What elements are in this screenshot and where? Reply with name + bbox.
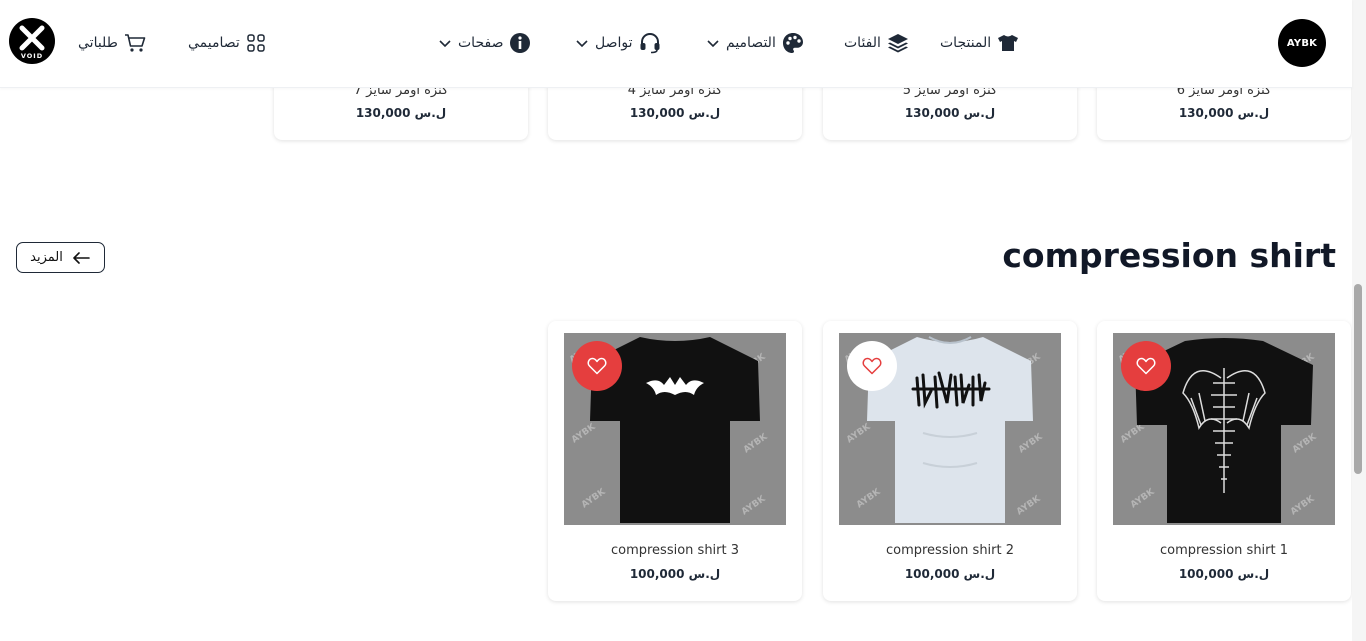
palette-icon bbox=[782, 33, 803, 53]
cart-icon bbox=[124, 34, 146, 52]
arrow-left-icon bbox=[73, 251, 90, 264]
product-price: 130,000 ل.س bbox=[629, 106, 721, 120]
product-price: 130,000 ل.س bbox=[1178, 106, 1270, 120]
chevron-down-icon bbox=[707, 40, 719, 48]
top-navbar: AYBK المنتجات الفئات التصاميم تواصل صفحا… bbox=[0, 0, 1352, 88]
product-card[interactable]: AYBK AYBK AYBK AYBK AYBK AYBK compressio… bbox=[548, 321, 802, 601]
nav-designs-label: التصاميم bbox=[726, 35, 776, 51]
heart-icon bbox=[587, 357, 607, 375]
nav-contact-label: تواصل bbox=[595, 35, 633, 51]
nav-pages[interactable]: صفحات bbox=[438, 30, 531, 56]
favorite-button[interactable] bbox=[1121, 341, 1171, 391]
product-price: 100,000 ل.س bbox=[1178, 567, 1270, 581]
heart-icon bbox=[1136, 357, 1156, 375]
nav-products-label: المنتجات bbox=[940, 35, 992, 51]
layers-icon bbox=[887, 34, 908, 53]
favorite-button[interactable] bbox=[572, 341, 622, 391]
brand-logo-text: AYBK bbox=[1286, 37, 1318, 49]
nav-pages-label: صفحات bbox=[458, 35, 504, 51]
chevron-down-icon bbox=[576, 40, 588, 48]
product-card[interactable]: AYBK AYBK AYBK AYBK AYBK AYBK compressio… bbox=[823, 321, 1077, 601]
favorite-button[interactable] bbox=[847, 341, 897, 391]
tshirt-icon bbox=[998, 35, 1019, 51]
nav-contact[interactable]: تواصل bbox=[575, 30, 661, 56]
nav-my-designs[interactable]: تصاميمي bbox=[188, 30, 266, 56]
headset-icon bbox=[640, 32, 660, 54]
brand-logo[interactable]: AYBK bbox=[1278, 19, 1326, 67]
product-price: 100,000 ل.س bbox=[904, 567, 996, 581]
nav-categories-label: الفئات bbox=[844, 35, 881, 51]
page-scrollbar[interactable] bbox=[1352, 0, 1366, 641]
product-card[interactable]: AYBK AYBK AYBK AYBK AYBK AYBK compressio… bbox=[1097, 321, 1351, 601]
void-logo-text: VOID bbox=[21, 52, 43, 60]
info-icon bbox=[510, 33, 531, 53]
nav-my-designs-label: تصاميمي bbox=[188, 35, 240, 51]
nav-my-orders[interactable]: طلباتي bbox=[78, 30, 146, 56]
product-image[interactable]: AYBK AYBK AYBK AYBK AYBK AYBK bbox=[1113, 333, 1335, 525]
product-title[interactable]: compression shirt 3 bbox=[548, 543, 802, 558]
product-price: 100,000 ل.س bbox=[629, 567, 721, 581]
heart-icon bbox=[862, 357, 882, 375]
scrollbar-thumb[interactable] bbox=[1354, 284, 1362, 474]
product-price: 130,000 ل.س bbox=[355, 106, 447, 120]
more-button-label: المزيد bbox=[30, 250, 63, 265]
product-title[interactable]: compression shirt 2 bbox=[823, 543, 1077, 558]
void-logo[interactable]: VOID bbox=[9, 18, 55, 64]
product-image[interactable]: AYBK AYBK AYBK AYBK AYBK AYBK bbox=[564, 333, 786, 525]
nav-products[interactable]: المنتجات bbox=[940, 30, 1019, 56]
nav-categories[interactable]: الفئات bbox=[844, 30, 909, 56]
chevron-down-icon bbox=[439, 40, 451, 48]
grid-icon bbox=[247, 34, 265, 52]
nav-my-orders-label: طلباتي bbox=[78, 35, 118, 51]
section-title: compression shirt bbox=[1002, 236, 1336, 275]
product-image[interactable]: AYBK AYBK AYBK AYBK AYBK AYBK bbox=[839, 333, 1061, 525]
nav-designs[interactable]: التصاميم bbox=[706, 30, 804, 56]
product-price: 130,000 ل.س bbox=[904, 106, 996, 120]
more-button[interactable]: المزيد bbox=[16, 242, 105, 273]
product-title[interactable]: compression shirt 1 bbox=[1097, 543, 1351, 558]
